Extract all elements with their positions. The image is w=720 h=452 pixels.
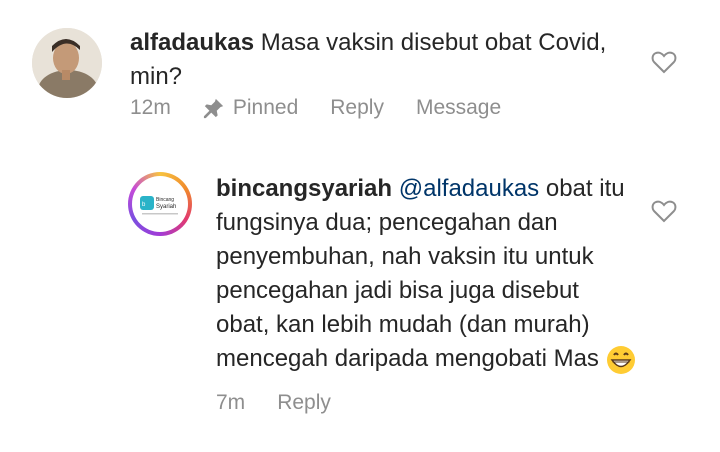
avatar[interactable] [32,28,102,98]
avatar-logo: b Bincang Syariah [132,176,188,232]
grinning-face-emoji [606,345,635,374]
reply-button[interactable]: Reply [277,391,331,415]
comment-text: bincangsyariah @alfadaukas obat itu fung… [216,172,636,376]
avatar[interactable]: b Bincang Syariah [128,172,192,236]
message-button[interactable]: Message [416,96,501,120]
heart-outline-icon[interactable] [651,50,677,74]
comment-text: alfadaukas Masa vaksin disebut obat Covi… [130,26,650,94]
profile-photo [32,28,102,98]
username[interactable]: alfadaukas [130,29,254,56]
svg-text:Syariah: Syariah [156,204,176,210]
timestamp: 7m [216,391,246,414]
pinned-indicator: Pinned [203,96,298,120]
svg-text:Bincang: Bincang [156,197,174,203]
mention-link[interactable]: @alfadaukas [399,175,539,202]
comment-actions: 12m Pinned Reply Message [130,96,533,120]
comment-body: obat itu fungsinya dua; pencegahan dan p… [216,175,625,372]
pin-icon [203,98,224,119]
bincang-syariah-logo: b Bincang Syariah [140,196,178,215]
pinned-label: Pinned [232,96,299,119]
heart-outline-icon[interactable] [651,199,677,223]
username[interactable]: bincangsyariah [216,175,392,202]
reply-button[interactable]: Reply [330,96,384,120]
timestamp: 12m [130,96,171,119]
comment-actions: 7m Reply [216,391,363,415]
